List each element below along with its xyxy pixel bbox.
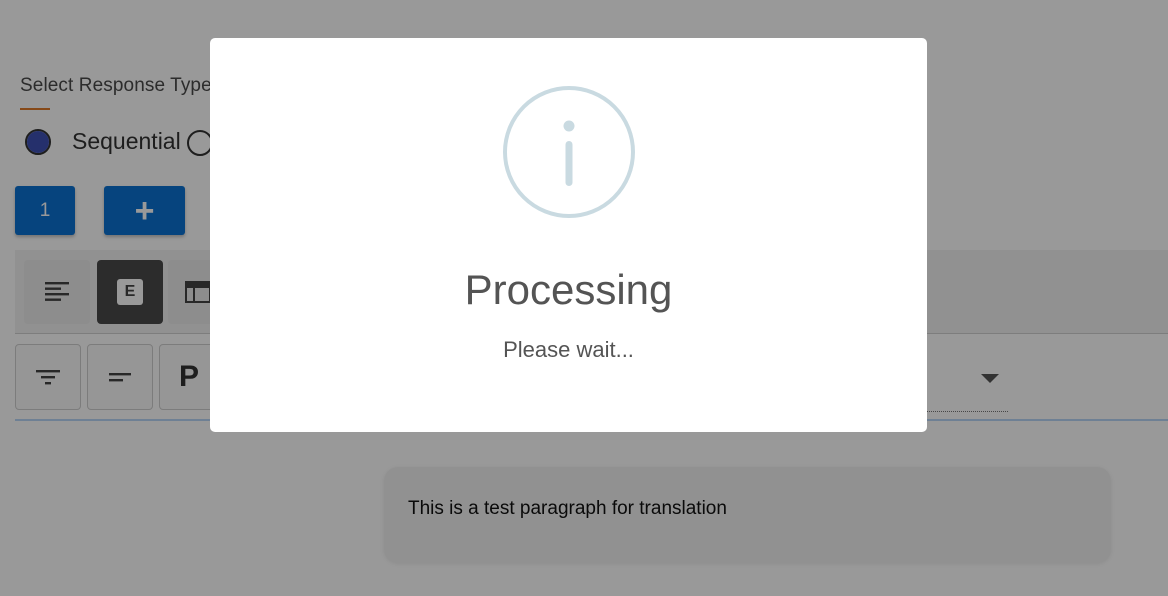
processing-dialog: Processing Please wait... [210,38,927,432]
dialog-message: Please wait... [503,337,634,362]
info-icon [503,86,635,218]
dialog-title: Processing [464,266,673,313]
